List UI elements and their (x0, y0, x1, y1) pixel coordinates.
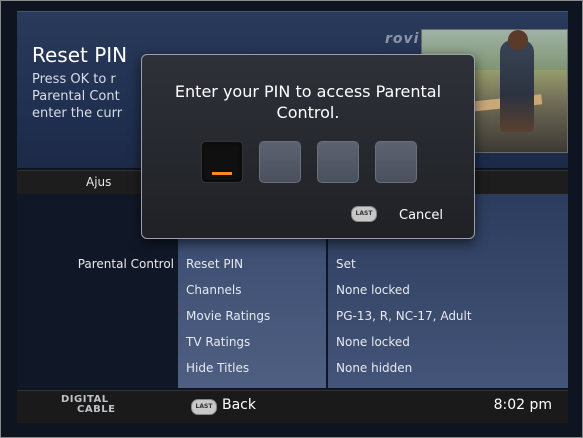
category-parental-control[interactable]: Parental Control (78, 257, 174, 271)
brand-line-2: CABLE (77, 404, 116, 415)
tv-screen: Reset PIN Press OK to r Parental Cont en… (0, 0, 583, 438)
footer-bar: DIGITAL CABLE LAST Back 8:02 pm (17, 390, 568, 423)
rovi-logo: rovi (385, 31, 420, 47)
back-button[interactable]: Back (222, 397, 256, 413)
pin-cursor (212, 172, 232, 175)
value-reset-pin: Set (336, 257, 356, 271)
pin-digit-3[interactable] (317, 141, 359, 183)
video-person (500, 40, 534, 132)
last-button-icon[interactable]: LAST (351, 206, 377, 222)
menu-item-hide-titles[interactable]: Hide Titles (186, 361, 249, 375)
page-title: Reset PIN (32, 43, 128, 67)
value-tv-ratings: None locked (336, 335, 410, 349)
menu-item-tv-ratings[interactable]: TV Ratings (186, 335, 250, 349)
cancel-button[interactable]: Cancel (399, 208, 443, 223)
pin-dialog: Enter your PIN to access Parental Contro… (141, 54, 475, 239)
digital-cable-logo: DIGITAL CABLE (61, 395, 115, 415)
pin-dialog-message: Enter your PIN to access Parental Contro… (174, 82, 442, 122)
column-header-left: Ajus (86, 175, 112, 189)
menu-item-channels[interactable]: Channels (186, 283, 242, 297)
last-button-icon[interactable]: LAST (191, 399, 217, 415)
pin-digit-4[interactable] (375, 141, 417, 183)
menu-item-movie-ratings[interactable]: Movie Ratings (186, 309, 270, 323)
value-movie-ratings: PG-13, R, NC-17, Adult (336, 309, 472, 323)
clock: 8:02 pm (493, 397, 552, 413)
menu-item-reset-pin[interactable]: Reset PIN (186, 257, 243, 271)
value-channels: None locked (336, 283, 410, 297)
value-hide-titles: None hidden (336, 361, 413, 375)
pin-digit-2[interactable] (259, 141, 301, 183)
pin-digit-1[interactable] (201, 141, 243, 183)
video-head (508, 30, 528, 50)
